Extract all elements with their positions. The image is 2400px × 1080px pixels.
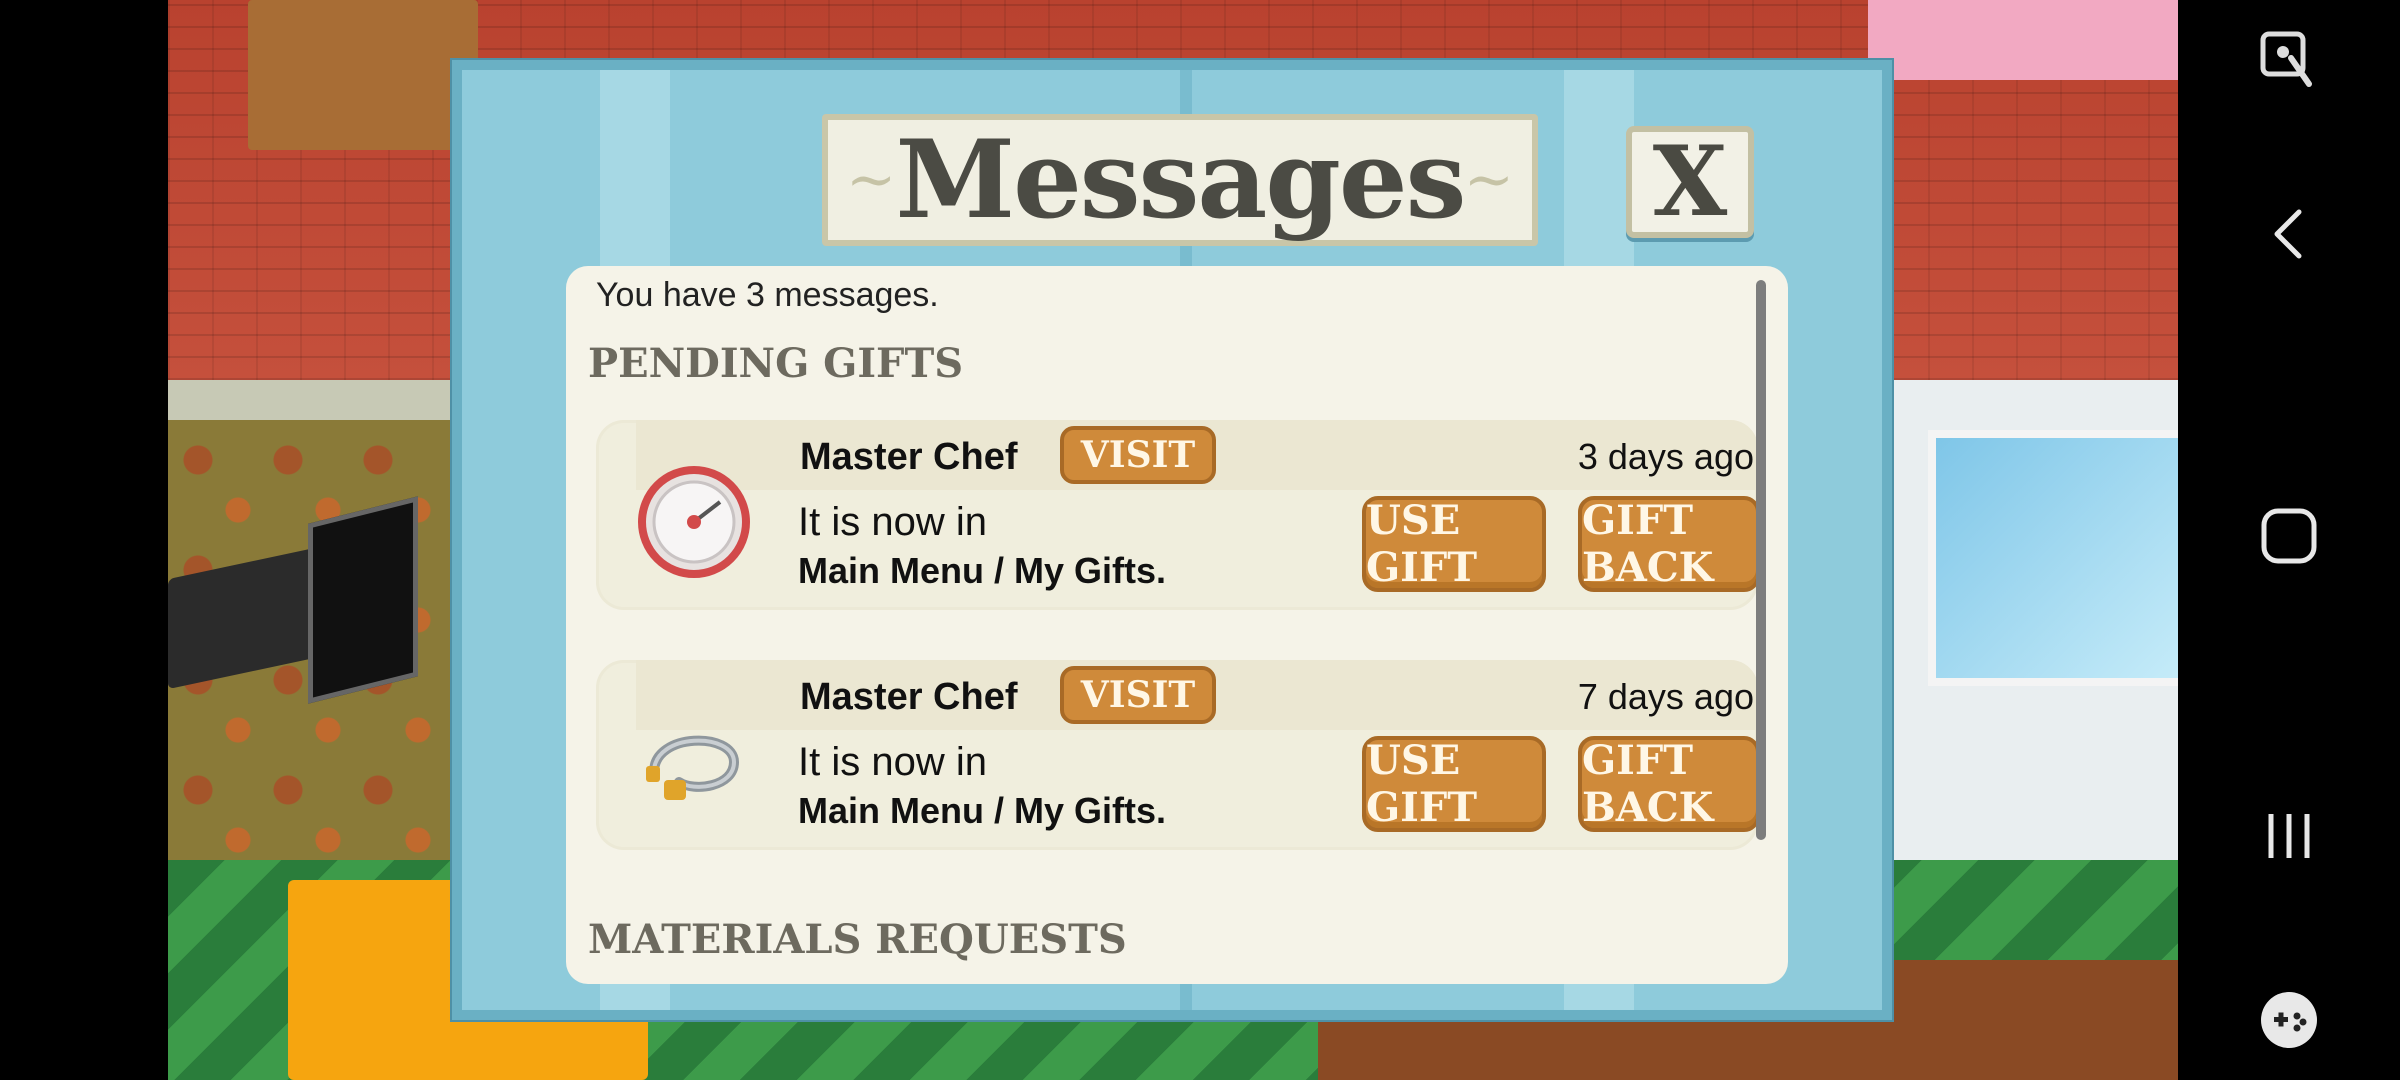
messages-panel[interactable]: You have 3 messages. PENDING GIFTS Maste… <box>566 266 1788 984</box>
swirl-left-icon: ~ <box>846 145 897 215</box>
use-gift-button[interactable]: USE GIFT <box>1362 496 1546 592</box>
back-icon[interactable] <box>2267 206 2311 262</box>
vegetable-crate <box>248 0 478 150</box>
close-button[interactable]: X <box>1626 126 1754 238</box>
gas-hose-icon <box>646 735 740 800</box>
home-icon[interactable] <box>2259 506 2319 566</box>
pending-gifts-heading: PENDING GIFTS <box>588 340 964 387</box>
dialog-title: Messages <box>895 117 1467 243</box>
visit-button[interactable]: VISIT <box>1060 426 1216 484</box>
system-nav-bar <box>2178 0 2400 1080</box>
gauge-icon <box>638 466 750 578</box>
gift-item: Master Chef VISIT 7 days ago It is now i… <box>596 660 1760 850</box>
messages-dialog: ~ Messages ~ X You have 3 messages. PEND… <box>452 60 1892 1020</box>
gift-time: 7 days ago <box>1577 676 1754 717</box>
gift-item: Master Chef VISIT 3 days ago It is now i… <box>596 420 1760 610</box>
gift-sender: Master Chef <box>800 436 1018 478</box>
gift-text-line2: Main Menu / My Gifts. <box>798 550 1167 591</box>
gift-back-button[interactable]: GIFT BACK <box>1578 496 1760 592</box>
close-icon: X <box>1652 125 1728 238</box>
restaurant-window <box>1928 430 2178 686</box>
gift-sender: Master Chef <box>800 676 1018 718</box>
message-count: You have 3 messages. <box>596 276 939 314</box>
gift-text-line1: It is now in <box>798 500 987 544</box>
pink-decor <box>1868 0 2178 80</box>
screen-lock-icon[interactable] <box>2257 28 2321 92</box>
title-plate: ~ Messages ~ <box>822 114 1538 246</box>
use-gift-button[interactable]: USE GIFT <box>1362 736 1546 832</box>
gift-time: 3 days ago <box>1577 436 1754 477</box>
gift-back-button[interactable]: GIFT BACK <box>1578 736 1760 832</box>
materials-requests-heading: MATERIALS REQUESTS <box>588 916 1127 963</box>
swirl-right-icon: ~ <box>1463 145 1514 215</box>
recents-icon[interactable] <box>2263 808 2315 864</box>
gift-text-line1: It is now in <box>798 740 987 784</box>
pizza-sign-decor <box>308 496 418 704</box>
visit-button[interactable]: VISIT <box>1060 666 1216 724</box>
scrollbar[interactable] <box>1756 280 1766 840</box>
gift-text-line2: Main Menu / My Gifts. <box>798 790 1167 831</box>
game-launcher-icon[interactable] <box>2257 988 2321 1052</box>
